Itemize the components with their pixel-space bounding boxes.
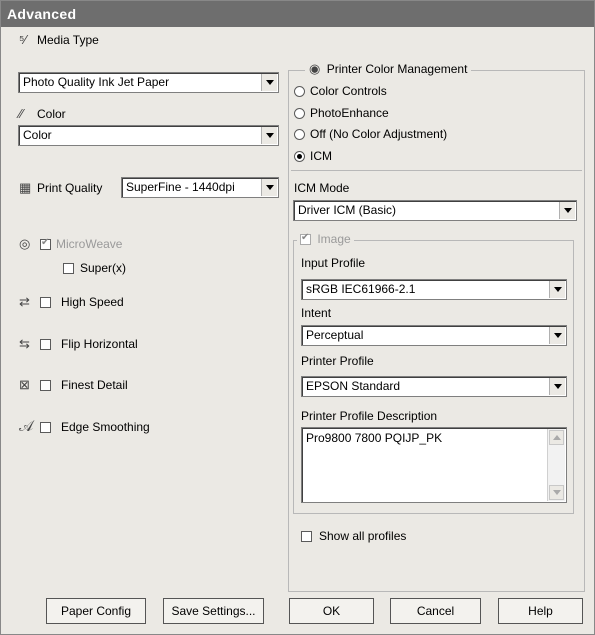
color-icon: ⁄⁄ xyxy=(19,106,24,121)
printer-color-management-header: ◉ Printer Color Management xyxy=(305,61,472,77)
intent-select[interactable]: Perceptual xyxy=(301,325,567,346)
color-select[interactable]: Color xyxy=(18,125,279,146)
printer-color-icon: ◉ xyxy=(309,61,321,76)
printer-profile-select[interactable]: EPSON Standard xyxy=(301,376,567,397)
save-settings-button[interactable]: Save Settings... xyxy=(163,598,264,624)
profile-description-text: Pro9800 7800 PQIJP_PK xyxy=(306,431,443,445)
print-quality-value: SuperFine - 1440dpi xyxy=(126,180,235,194)
chevron-down-icon[interactable] xyxy=(549,378,565,395)
icm-mode-label: ICM Mode xyxy=(294,181,350,195)
image-checkbox[interactable] xyxy=(300,232,311,246)
flip-horizontal-label: Flip Horizontal xyxy=(61,337,138,351)
scrollbar[interactable] xyxy=(547,429,565,501)
image-group-title: Image xyxy=(317,232,351,246)
high-speed-icon: ⇄ xyxy=(19,294,30,309)
media-type-select[interactable]: Photo Quality Ink Jet Paper xyxy=(18,72,279,93)
show-all-profiles-label: Show all profiles xyxy=(319,529,407,543)
finest-detail-icon: ⊠ xyxy=(19,377,30,392)
radio-off-label: Off (No Color Adjustment) xyxy=(310,127,448,141)
ok-button[interactable]: OK xyxy=(289,598,374,624)
color-label: Color xyxy=(37,107,66,121)
printer-color-management-title: Printer Color Management xyxy=(326,62,468,76)
radio-color-controls-label: Color Controls xyxy=(310,84,387,98)
microweave-icon: ◎ xyxy=(19,236,31,251)
color-value: Color xyxy=(23,128,52,142)
chevron-down-icon[interactable] xyxy=(549,327,565,344)
input-profile-select[interactable]: sRGB IEC61966-2.1 xyxy=(301,279,567,300)
radio-photoenhance-label: PhotoEnhance xyxy=(310,106,389,120)
radio-off[interactable] xyxy=(294,129,305,140)
media-type-icon: ⁵⁄ xyxy=(19,32,27,47)
microweave-label: MicroWeave xyxy=(56,237,123,251)
cancel-button[interactable]: Cancel xyxy=(390,598,481,624)
profile-description-box[interactable]: Pro9800 7800 PQIJP_PK xyxy=(301,427,567,503)
flip-horizontal-checkbox[interactable] xyxy=(40,339,51,350)
radio-photoenhance[interactable] xyxy=(294,108,305,119)
high-speed-label: High Speed xyxy=(61,295,124,309)
scroll-up-icon[interactable] xyxy=(549,430,564,445)
edge-smoothing-label: Edge Smoothing xyxy=(61,420,150,434)
input-profile-value: sRGB IEC61966-2.1 xyxy=(306,282,416,296)
intent-value: Perceptual xyxy=(306,328,364,342)
print-quality-icon: ▦ xyxy=(19,180,32,195)
chevron-down-icon[interactable] xyxy=(559,202,575,219)
show-all-profiles-checkbox[interactable] xyxy=(301,531,312,542)
media-type-value: Photo Quality Ink Jet Paper xyxy=(23,75,170,89)
radio-icm-label: ICM xyxy=(310,149,332,163)
chevron-down-icon[interactable] xyxy=(549,281,565,298)
media-type-label: Media Type xyxy=(37,33,99,47)
scroll-down-icon[interactable] xyxy=(549,485,564,500)
chevron-down-icon[interactable] xyxy=(261,179,277,196)
advanced-dialog: Advanced ⁵⁄ Media Type Photo Quality Ink… xyxy=(0,0,595,635)
edge-smoothing-icon: 𝒜 xyxy=(19,418,34,435)
print-quality-label: Print Quality xyxy=(37,181,103,195)
help-button[interactable]: Help xyxy=(498,598,583,624)
edge-smoothing-checkbox[interactable] xyxy=(40,422,51,433)
divider xyxy=(291,170,582,171)
icm-mode-select[interactable]: Driver ICM (Basic) xyxy=(293,200,577,221)
finest-detail-label: Finest Detail xyxy=(61,378,128,392)
finest-detail-checkbox[interactable] xyxy=(40,380,51,391)
radio-icm[interactable] xyxy=(294,151,305,162)
high-speed-checkbox[interactable] xyxy=(40,297,51,308)
intent-label: Intent xyxy=(301,306,332,320)
printer-profile-value: EPSON Standard xyxy=(306,379,401,393)
super-label: Super(x) xyxy=(80,261,127,275)
chevron-down-icon[interactable] xyxy=(261,127,277,144)
input-profile-label: Input Profile xyxy=(301,256,366,270)
image-group-header: Image xyxy=(297,232,354,246)
title-bar: Advanced xyxy=(1,1,594,27)
radio-color-controls[interactable] xyxy=(294,86,305,97)
super-checkbox[interactable] xyxy=(63,263,74,274)
profile-description-label: Printer Profile Description xyxy=(301,409,438,423)
paper-config-button[interactable]: Paper Config xyxy=(46,598,146,624)
flip-horizontal-icon: ⇆ xyxy=(19,336,30,351)
chevron-down-icon[interactable] xyxy=(261,74,277,91)
icm-mode-value: Driver ICM (Basic) xyxy=(298,203,396,217)
microweave-checkbox[interactable] xyxy=(40,237,51,250)
print-quality-select[interactable]: SuperFine - 1440dpi xyxy=(121,177,279,198)
printer-profile-label: Printer Profile xyxy=(301,354,374,368)
